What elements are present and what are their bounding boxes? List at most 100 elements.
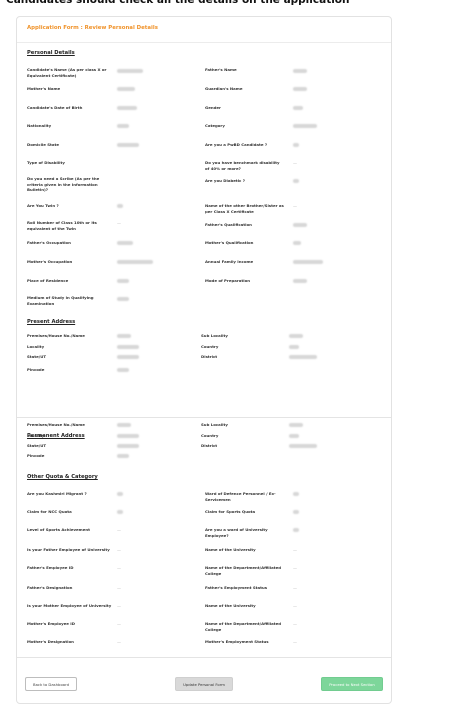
value-annual-income (293, 260, 323, 264)
value-candidate-name (117, 69, 143, 73)
label-category: Category (205, 123, 225, 128)
value-mother-employment-status: — (293, 640, 297, 645)
update-personal-form-button[interactable]: Update Personal Form (175, 677, 233, 691)
label-present-state: State/UT (27, 354, 47, 359)
value-father-qualification (293, 223, 307, 227)
label-university-name-mother: Name of the University (205, 603, 256, 608)
label-medium-of-study: Medium of Study in Qualifying Examinatio… (27, 295, 94, 306)
value-benchmark: — (293, 161, 297, 166)
value-mother-name (117, 87, 135, 91)
value-twin-roll: — (117, 221, 121, 226)
label-mother-employee-id: Mother's Employee ID (27, 621, 75, 626)
label-permanent-state: State/UT (27, 443, 47, 448)
label-permanent-sub-locality: Sub Locality (201, 422, 228, 427)
label-candidate-name: Candidate's Name (As per class X or Equi… (27, 67, 107, 78)
label-permanent-district: District (201, 443, 218, 448)
label-father-employee: Is your Father Employee of University (27, 547, 110, 552)
value-category (293, 124, 317, 128)
label-mother-qualification: Mother's Qualification (205, 240, 254, 245)
value-mother-qualification (293, 241, 301, 245)
label-father-designation: Father's Designation (27, 585, 73, 590)
value-pwbd (293, 143, 299, 147)
section-title-present-address: Present Address (27, 319, 76, 325)
label-twin-roll: Roll Number of Class 10th or its equival… (27, 220, 97, 231)
value-medium-of-study (117, 297, 129, 301)
label-ward-defence: Ward of Defence Personnel / Ex-Serviceme… (205, 491, 276, 502)
value-permanent-premises (117, 423, 131, 427)
label-dob: Candidate's Date of Birth (27, 105, 83, 110)
value-father-employee-id: — (117, 566, 121, 571)
label-nationality: Nationality (27, 123, 52, 128)
label-permanent-premises: Premises/House No./Name (27, 422, 85, 427)
instruction-note: Candidates should check all the details … (6, 0, 350, 6)
value-ward-defence (293, 492, 299, 496)
value-permanent-sub-locality (289, 423, 303, 427)
value-guardian-name (293, 87, 307, 91)
value-place-of-residence (117, 279, 129, 283)
section-title-personal: Personal Details (27, 50, 75, 56)
value-permanent-country (289, 434, 299, 438)
value-mother-employee-id: — (117, 622, 121, 627)
label-domicile: Domicile State (27, 142, 60, 147)
label-kashmiri-migrant: Are you Kashmiri Migrant ? (27, 491, 87, 496)
label-university-name-father: Name of the University (205, 547, 256, 552)
value-present-premises (117, 334, 131, 338)
value-university-name-father: — (293, 548, 297, 553)
value-sports-level: — (117, 528, 121, 533)
value-gender (293, 106, 303, 110)
label-father-qualification: Father's Qualification (205, 222, 252, 227)
label-scribe: Do you need a Scribe (As per the criteri… (27, 176, 100, 193)
value-present-state (117, 355, 139, 359)
value-permanent-pincode (117, 454, 129, 458)
label-gender: Gender (205, 105, 221, 110)
label-mother-employment-status: Mother's Employment Status (205, 639, 269, 644)
back-to-dashboard-button[interactable]: Back to Dashboard (25, 677, 77, 691)
label-disability-type: Type of Disability (27, 160, 65, 165)
label-twin-name: Name of the other Brother/Sister as per … (205, 203, 284, 214)
label-annual-income: Annual Family Income (205, 259, 254, 264)
value-ncc-quota (117, 510, 123, 514)
value-university-name-mother: — (293, 604, 297, 609)
label-present-district: District (201, 354, 218, 359)
label-mother-occupation: Mother's Occupation (27, 259, 73, 264)
label-mother-employee: Is your Mother Employee of University (27, 603, 112, 608)
value-permanent-state (117, 444, 139, 448)
value-present-pincode (117, 368, 129, 372)
value-present-country (289, 345, 299, 349)
label-present-country: Country (201, 344, 219, 349)
label-benchmark: Do you have benchmark disability of 40% … (205, 160, 280, 171)
label-guardian-name: Guardian's Name (205, 86, 243, 91)
value-twin-name: — (293, 204, 297, 209)
value-kashmiri-migrant (117, 492, 123, 496)
section-divider (17, 417, 391, 418)
value-present-locality (117, 345, 139, 349)
value-permanent-district (289, 444, 317, 448)
value-father-employment-status: — (293, 586, 297, 591)
label-mother-name: Mother's Name (27, 86, 61, 91)
label-present-sub-locality: Sub Locality (201, 333, 228, 338)
label-father-occupation: Father's Occupation (27, 240, 71, 245)
label-father-employment-status: Father's Employment Status (205, 585, 268, 590)
label-present-pincode: Pincode (27, 367, 45, 372)
label-sports-quota: Claim for Sports Quota (205, 509, 256, 514)
footer-divider (17, 657, 391, 658)
label-father-employee-id: Father's Employee ID (27, 565, 74, 570)
label-father-name: Father's Name (205, 67, 237, 72)
value-department-father: — (293, 566, 297, 571)
value-present-district (289, 355, 317, 359)
label-permanent-locality: Locality (27, 433, 45, 438)
label-pwbd: Are you a PwBD Candidate ? (205, 142, 268, 147)
value-mode-of-preparation (293, 279, 307, 283)
proceed-to-next-section-button[interactable]: Proceed to Next Section (321, 677, 383, 691)
value-permanent-locality (117, 434, 139, 438)
value-twin (117, 204, 123, 208)
label-place-of-residence: Place of Residence (27, 278, 69, 283)
value-ward-university (293, 528, 299, 532)
label-mother-designation: Mother's Designation (27, 639, 74, 644)
label-diabetic: Are you Diabetic ? (205, 178, 245, 183)
label-permanent-pincode: Pincode (27, 453, 45, 458)
value-father-designation: — (117, 586, 121, 591)
value-sports-quota (293, 510, 299, 514)
value-mother-designation: — (117, 640, 121, 645)
value-mother-employee: — (117, 604, 121, 609)
